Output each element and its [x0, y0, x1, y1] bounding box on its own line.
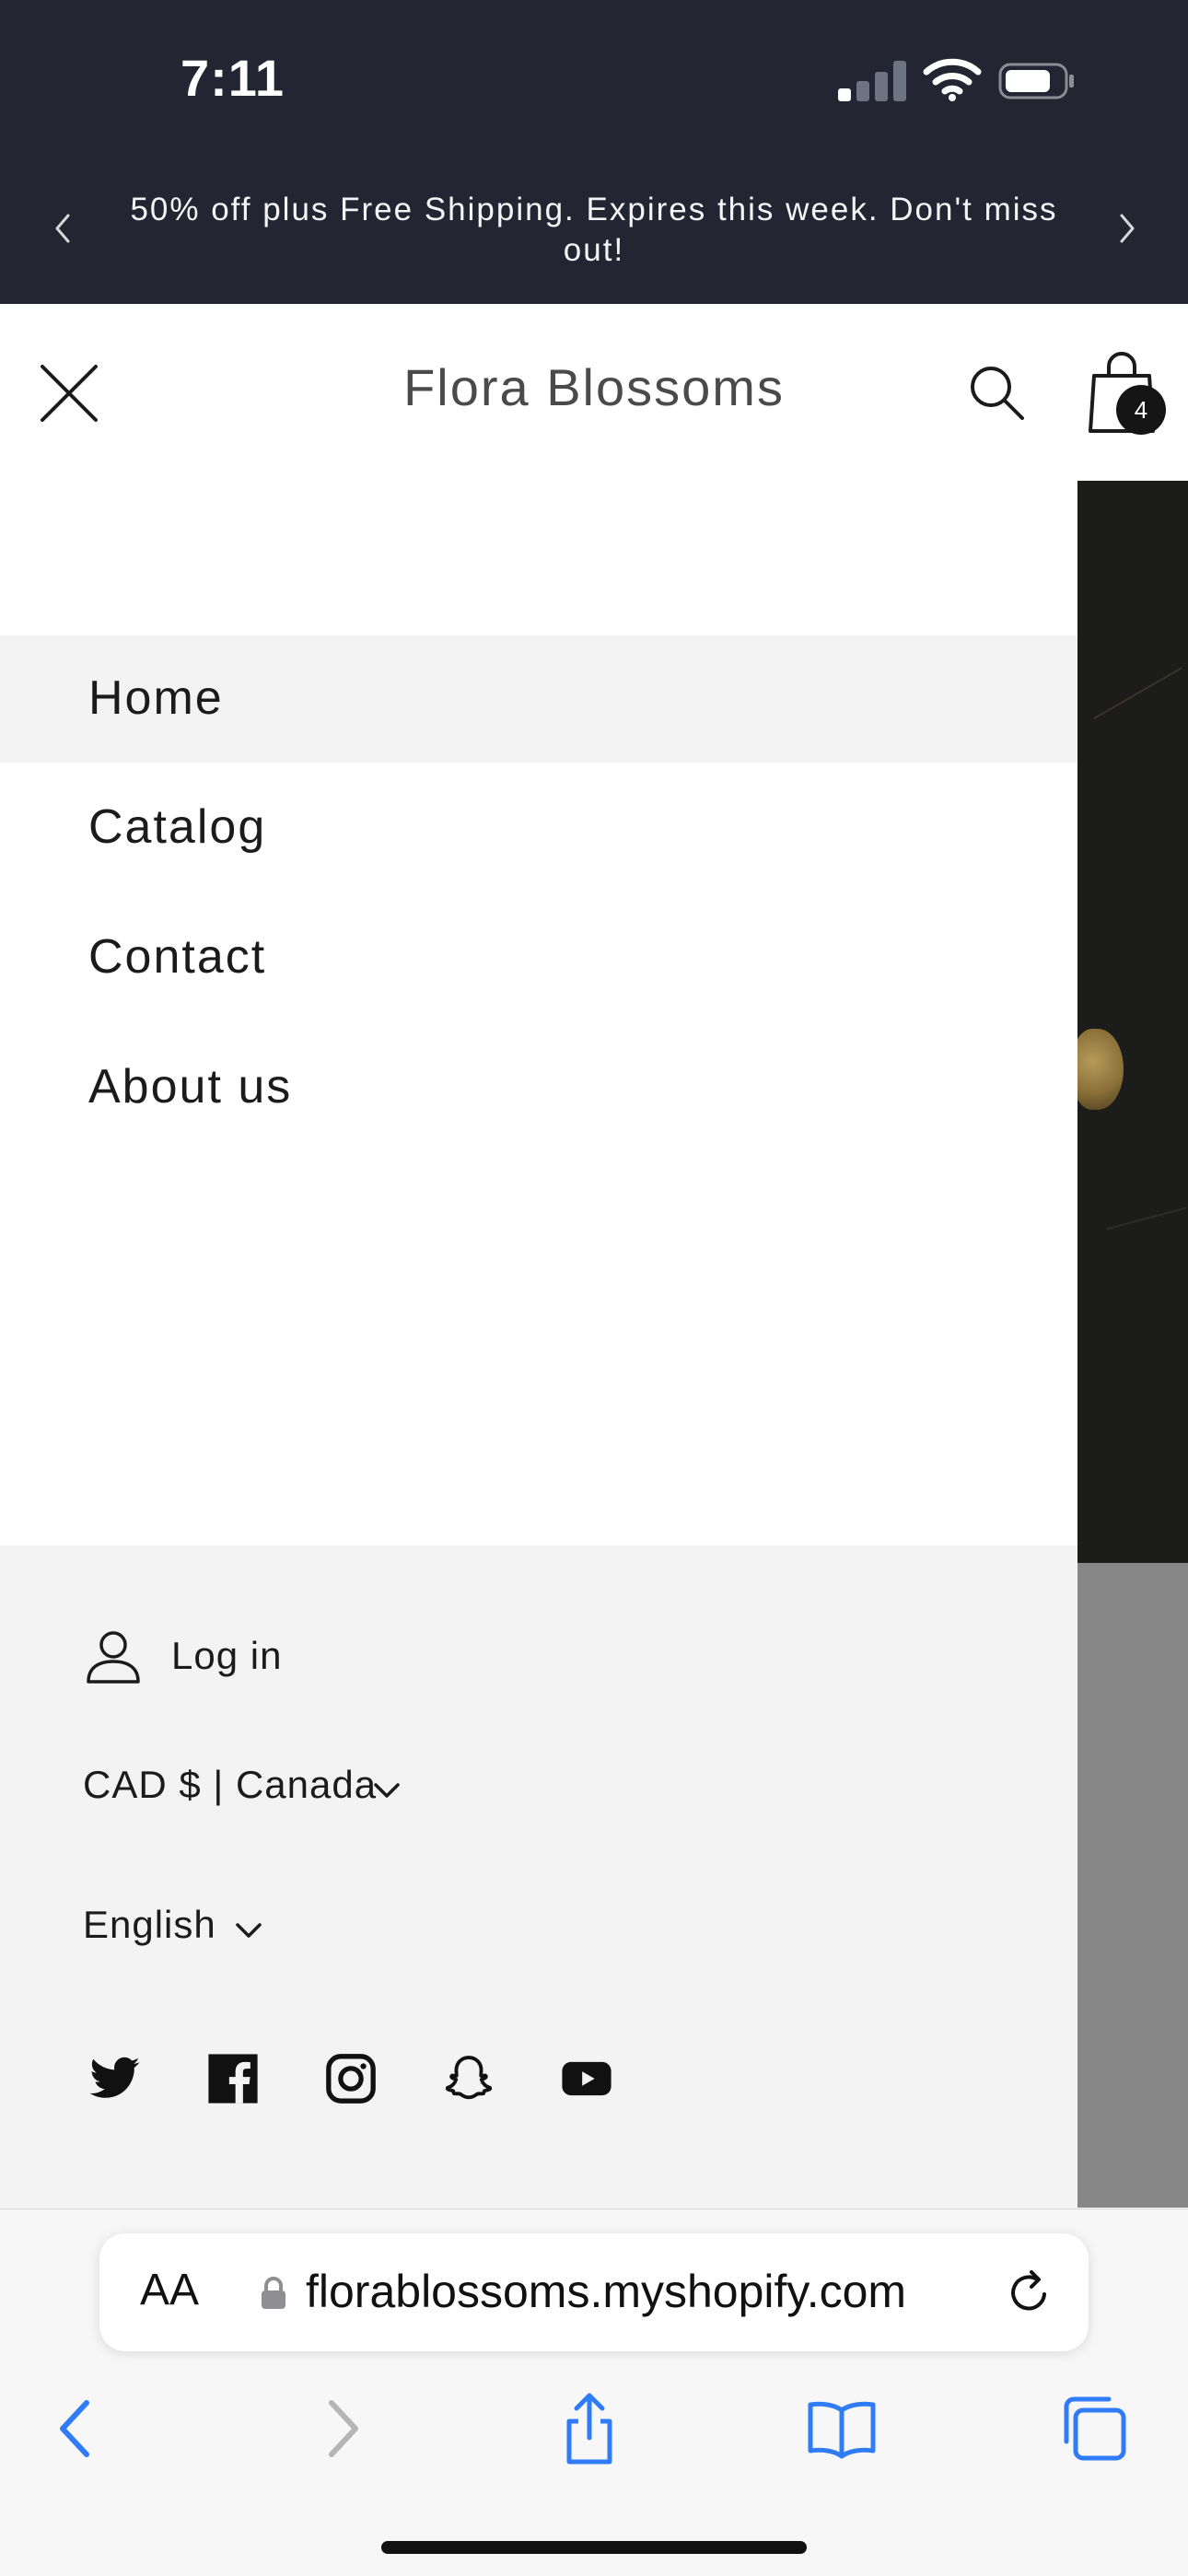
address-bar[interactable]: AA florablossoms.myshopify.com	[99, 2233, 1089, 2351]
tabs-icon[interactable]	[1055, 2390, 1133, 2467]
menu-item-label: Home	[88, 671, 224, 725]
reload-icon[interactable]	[1004, 2267, 1055, 2318]
instagram-icon[interactable]	[324, 2052, 378, 2105]
home-indicator	[381, 2541, 807, 2554]
menu-item-home[interactable]: Home	[0, 635, 1077, 763]
chevron-left-icon[interactable]	[44, 208, 81, 249]
social-links	[88, 2052, 641, 2109]
menu-item-label: Catalog	[88, 800, 267, 854]
currency-selector[interactable]: CAD $ | Canada	[83, 1763, 728, 1818]
login-link[interactable]: Log in	[85, 1628, 637, 1693]
chevron-right-icon[interactable]	[1109, 208, 1146, 249]
battery-icon	[998, 63, 1074, 99]
youtube-icon[interactable]	[560, 2052, 613, 2105]
wifi-icon	[923, 58, 982, 101]
drawer-footer: Log in CAD $ | Canada English	[0, 1545, 1077, 2209]
browser-toolbar: AA florablossoms.myshopify.com	[0, 2209, 1188, 2576]
lock-icon	[262, 2277, 285, 2309]
page-backdrop	[1077, 481, 1188, 2208]
language-selector[interactable]: English	[83, 1903, 728, 1958]
share-icon[interactable]	[551, 2390, 628, 2467]
menu-item-label: Contact	[88, 930, 267, 984]
text-size-button[interactable]: AA	[140, 2265, 199, 2315]
login-label: Log in	[171, 1634, 283, 1677]
language-value: English	[83, 1903, 216, 1946]
url-text: florablossoms.myshopify.com	[306, 2266, 907, 2317]
menu-item-catalog[interactable]: Catalog	[0, 764, 1077, 892]
bookmarks-icon[interactable]	[803, 2390, 880, 2467]
facebook-icon[interactable]	[206, 2052, 260, 2105]
announcement-bar: 50% off plus Free Shipping. Expires this…	[0, 181, 1188, 282]
status-time: 7:11	[181, 49, 285, 107]
menu-item-contact[interactable]: Contact	[0, 894, 1077, 1021]
cart-count-badge: 4	[1116, 385, 1166, 435]
user-icon	[87, 1631, 140, 1684]
back-icon[interactable]	[41, 2390, 118, 2467]
snapchat-icon[interactable]	[442, 2052, 495, 2105]
menu-item-about-us[interactable]: About us	[0, 1024, 1077, 1151]
status-icons	[838, 57, 1087, 105]
top-bar: 7:11 50% off plus Free Shipping. Expires…	[0, 0, 1188, 304]
cellular-signal-icon	[838, 61, 906, 101]
menu-item-label: About us	[88, 1060, 293, 1113]
twitter-icon[interactable]	[88, 2052, 142, 2105]
chevron-down-icon	[236, 1923, 262, 1938]
search-icon[interactable]	[965, 361, 1028, 424]
currency-value: CAD $ | Canada	[83, 1763, 378, 1806]
forward-icon[interactable]	[300, 2390, 378, 2467]
text-size-label: AA	[140, 2266, 200, 2314]
chevron-down-icon	[374, 1783, 400, 1798]
menu-drawer: Home Catalog Contact About us Log in CAD…	[0, 477, 1077, 2209]
hero-image	[1077, 481, 1188, 1563]
site-header: Flora Blossoms 4	[0, 304, 1188, 477]
announcement-text: 50% off plus Free Shipping. Expires this…	[130, 192, 1058, 268]
